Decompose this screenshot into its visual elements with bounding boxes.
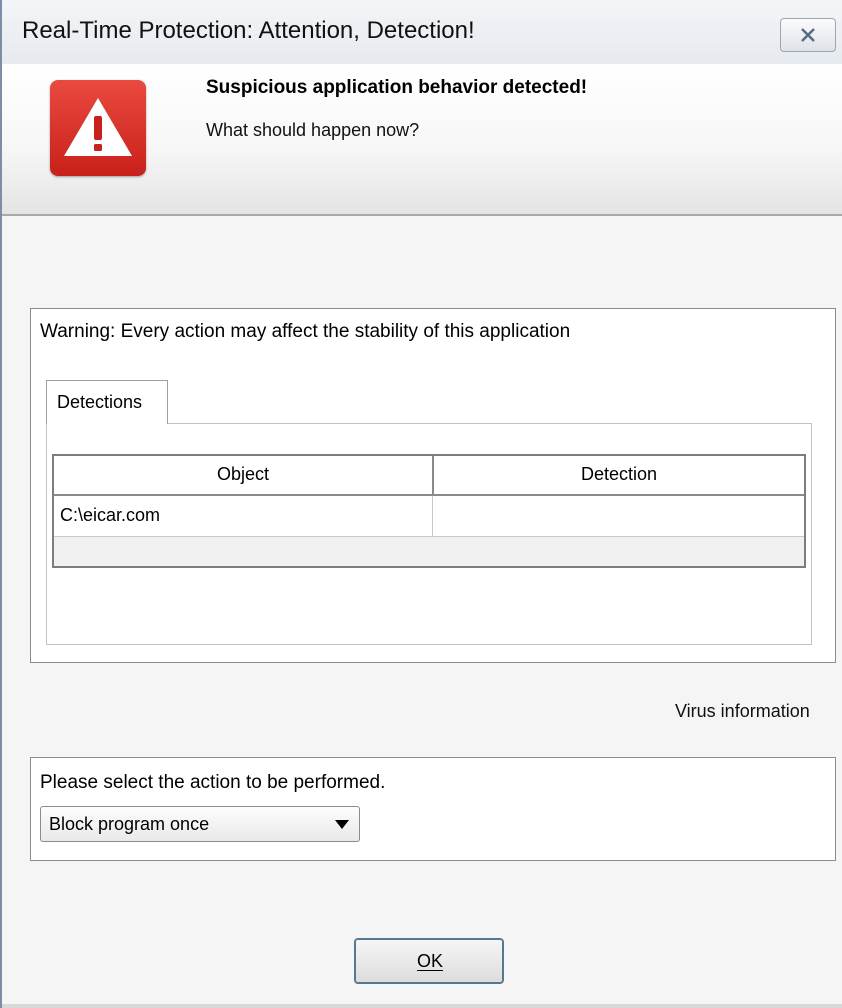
alert-window: Real-Time Protection: Attention, Detecti… [0, 0, 842, 1008]
window-title: Real-Time Protection: Attention, Detecti… [22, 17, 475, 44]
alert-subline: What should happen now? [206, 120, 420, 140]
ok-button[interactable]: OK [354, 938, 504, 984]
column-header-detection[interactable]: Detection [434, 464, 804, 485]
stability-warning: Warning: Every action may affect the sta… [40, 321, 571, 342]
tab-detections[interactable]: Detections [46, 380, 168, 424]
action-select-value: Block program once [49, 814, 210, 834]
close-icon [801, 28, 815, 42]
tab-detections-label: Detections [57, 392, 143, 412]
action-select[interactable]: Block program once [40, 806, 360, 842]
cell-divider [432, 496, 433, 536]
cell-object: C:\eicar.com [60, 505, 161, 525]
table-empty-row [54, 537, 804, 566]
chevron-down-icon [335, 820, 349, 829]
detections-table: Object Detection C:\eicar.com [52, 454, 806, 568]
window-bottom-edge [2, 1004, 842, 1008]
table-header: Object Detection [54, 456, 804, 496]
action-prompt: Please select the action to be performed… [40, 772, 386, 793]
column-header-object[interactable]: Object [54, 464, 432, 485]
table-row[interactable]: C:\eicar.com [54, 496, 804, 537]
alert-headline: Suspicious application behavior detected… [206, 77, 588, 98]
virus-information-link[interactable]: Virus information [675, 701, 810, 722]
title-bar[interactable]: Real-Time Protection: Attention, Detecti… [2, 0, 842, 65]
ok-button-label: OK [416, 951, 443, 971]
close-button[interactable] [780, 18, 836, 52]
warning-triangle-icon [50, 80, 146, 176]
